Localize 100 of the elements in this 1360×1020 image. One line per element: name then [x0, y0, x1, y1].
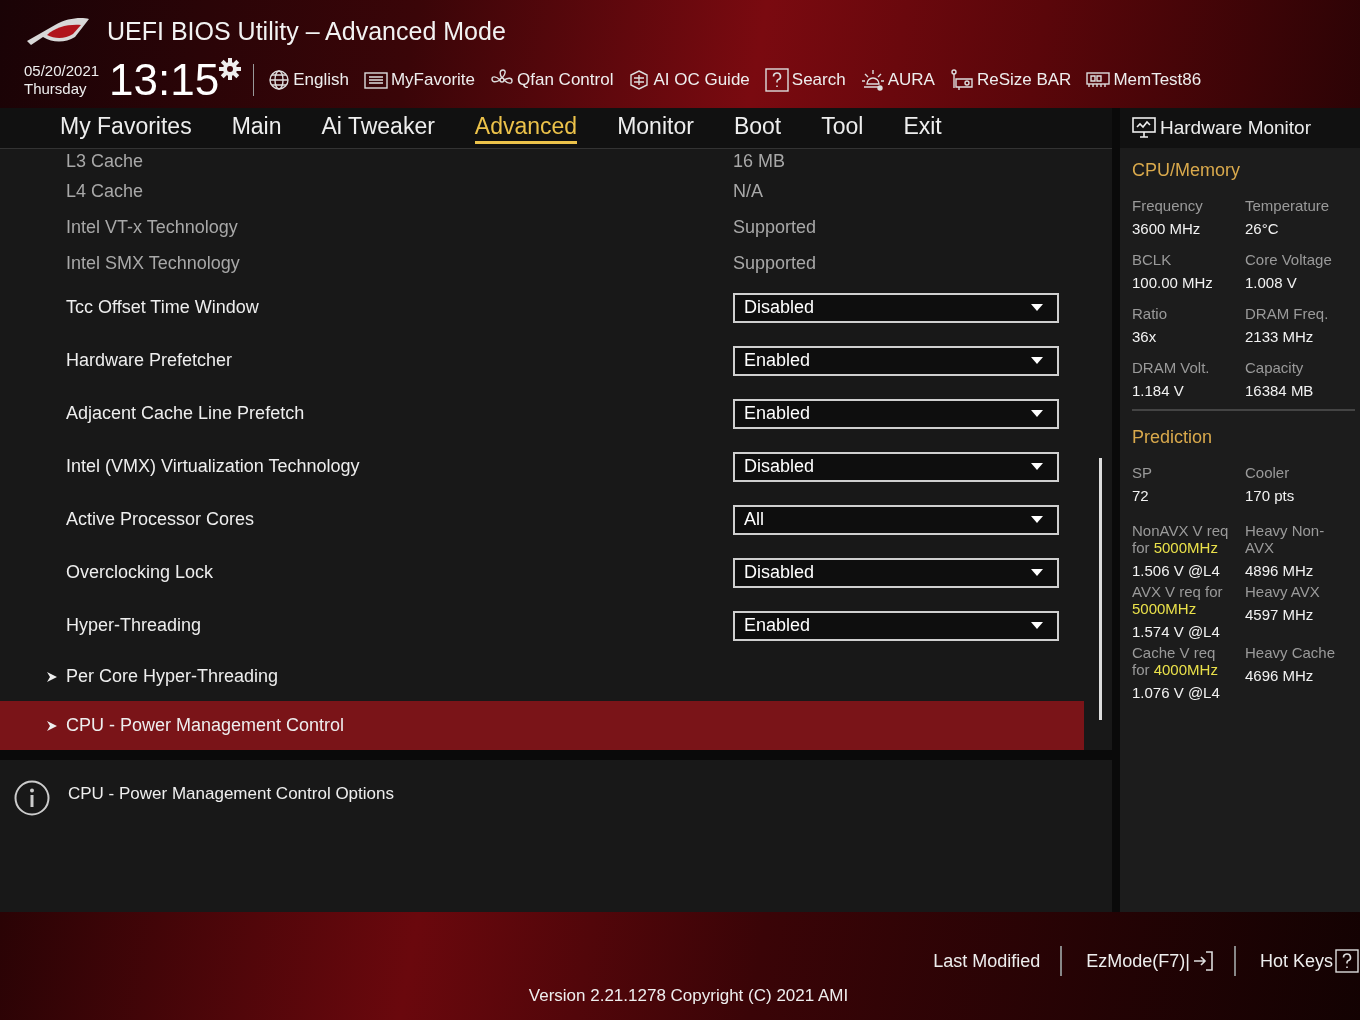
version-text: Version 2.21.1278 Copyright (C) 2021 AMI [528, 986, 849, 1006]
stat-value: 72 [1132, 487, 1150, 504]
menu-tab[interactable]: Boot [713, 108, 802, 148]
caret-icon [1031, 304, 1043, 311]
logo-icon [25, 15, 91, 47]
stat-value: 4896 MHz [1245, 562, 1315, 579]
submenu-item[interactable]: Per Core Hyper-Threading [0, 652, 1084, 701]
section-title: CPU/Memory [1132, 160, 1241, 181]
setting-label: Intel VT-x Technology [66, 216, 239, 238]
stat-value: 4696 MHz [1245, 667, 1315, 684]
dropdown[interactable]: Disabled [733, 292, 1059, 323]
setting-label: Adjacent Cache Line Prefetch [66, 403, 306, 424]
toolbar-button[interactable]: AURA [860, 68, 935, 92]
stat-label: Heavy Non-AVX [1245, 522, 1326, 556]
stat-value: 1.008 V [1245, 274, 1298, 291]
stat-label: Heavy Cache [1245, 644, 1337, 661]
stat-label: Heavy AVX [1245, 583, 1321, 600]
stat-label: Frequency [1132, 197, 1204, 214]
toolbar-button[interactable]: AI OC Guide [628, 69, 750, 91]
stat-value: 16384 MB [1245, 382, 1315, 399]
menu-tab[interactable]: Monitor [597, 108, 714, 148]
window-title: UEFI BIOS Utility – Advanced Mode [107, 16, 506, 46]
caret-icon [1031, 463, 1043, 470]
stat-label: Cooler [1245, 464, 1291, 481]
setting-label: L3 Cache [66, 150, 145, 172]
caret-icon [1031, 516, 1043, 523]
dropdown[interactable]: Enabled [733, 345, 1059, 376]
stat-label: Temperature [1245, 197, 1331, 214]
stat-label: Core Voltage [1245, 251, 1333, 268]
menu-tab[interactable]: Exit [883, 108, 962, 148]
menu-tab[interactable]: Advanced [454, 108, 598, 148]
scroll-bar[interactable] [1099, 458, 1102, 720]
stat-value: 170 pts [1245, 487, 1296, 504]
stat-label: Cache V req for 4000MHz [1132, 644, 1219, 678]
stat-label: Capacity [1245, 359, 1305, 376]
toolbar-button[interactable]: ReSize BAR [949, 68, 1072, 92]
caret-icon [1031, 622, 1043, 629]
toolbar-button[interactable]: Qfan Control [490, 68, 614, 92]
date-text: 05/20/2021 [24, 62, 100, 80]
menu-tab[interactable]: Main [211, 108, 302, 148]
stat-label: DRAM Volt. [1132, 359, 1211, 376]
caret-icon [1031, 410, 1043, 417]
arrow-icon [46, 719, 58, 732]
setting-label: L4 Cache [66, 180, 145, 202]
setting-label: Intel SMX Technology [66, 252, 241, 274]
dropdown[interactable]: Disabled [733, 557, 1059, 588]
setting-label: Hyper-Threading [66, 615, 203, 636]
chip-icon [628, 69, 651, 91]
setting-value: N/A [733, 180, 763, 202]
list-icon [363, 70, 388, 90]
setting-value: 16 MB [733, 150, 786, 172]
memory-icon [1086, 71, 1111, 89]
stat-value: 36x [1132, 328, 1158, 345]
stat-value: 26°C [1245, 220, 1280, 237]
menu-tab[interactable]: Tool [801, 108, 884, 148]
submenu-item[interactable]: CPU - Power Management Control [0, 701, 1084, 750]
dropdown[interactable]: Disabled [733, 451, 1059, 482]
help-text: CPU - Power Management Control Options [68, 783, 394, 804]
graphics-card-icon [949, 68, 974, 92]
stat-value: 1.574 V @L4 [1132, 623, 1221, 640]
setting-label: Tcc Offset Time Window [66, 297, 260, 318]
setting-value: Supported [733, 216, 817, 238]
stat-label: BCLK [1132, 251, 1173, 268]
footer-button[interactable]: Hot Keys [1259, 949, 1359, 973]
menu-tab[interactable]: My Favorites [40, 108, 212, 148]
toolbar-button[interactable]: MyFavorite [363, 70, 476, 90]
setting-label: Overclocking Lock [66, 562, 215, 583]
caret-icon [1031, 569, 1043, 576]
dropdown[interactable]: Enabled [733, 610, 1059, 641]
stat-label: SP [1132, 464, 1153, 481]
stat-value: 1.506 V @L4 [1132, 562, 1221, 579]
clock-time: 13:15 [109, 56, 220, 104]
light-icon [860, 68, 885, 92]
stat-value: 1.076 V @L4 [1132, 684, 1221, 701]
stat-value: 2133 MHz [1245, 328, 1315, 345]
arrow-icon [46, 670, 58, 683]
footer-button[interactable]: Last Modified [933, 950, 1041, 972]
exit-icon [1191, 950, 1214, 972]
help-icon [1335, 949, 1359, 973]
panel-title: Hardware Monitor [1160, 117, 1311, 139]
menu-tab[interactable]: Ai Tweaker [301, 108, 455, 148]
stat-label: AVX V req for 5000MHz [1132, 583, 1224, 617]
footer-button[interactable]: EzMode(F7)| [1086, 950, 1214, 972]
dropdown[interactable]: Enabled [733, 398, 1059, 429]
monitor-icon [1132, 117, 1156, 139]
setting-label: Intel (VMX) Virtualization Technology [66, 456, 361, 477]
stat-value: 100.00 MHz [1132, 274, 1214, 291]
toolbar-button[interactable]: MemTest86 [1086, 70, 1202, 90]
stat-value: 3600 MHz [1132, 220, 1202, 237]
setting-label: Hardware Prefetcher [66, 350, 234, 371]
toolbar-button[interactable]: Search [764, 68, 846, 92]
stat-label: NonAVX V req for 5000MHz [1132, 522, 1230, 556]
stat-label: Ratio [1132, 305, 1169, 322]
settings-icon[interactable] [219, 58, 242, 80]
info-icon [14, 780, 50, 816]
dropdown[interactable]: All [733, 504, 1059, 535]
globe-icon [268, 69, 291, 91]
caret-icon [1031, 357, 1043, 364]
toolbar-button[interactable]: English [268, 69, 349, 91]
stat-value: 1.184 V [1132, 382, 1185, 399]
